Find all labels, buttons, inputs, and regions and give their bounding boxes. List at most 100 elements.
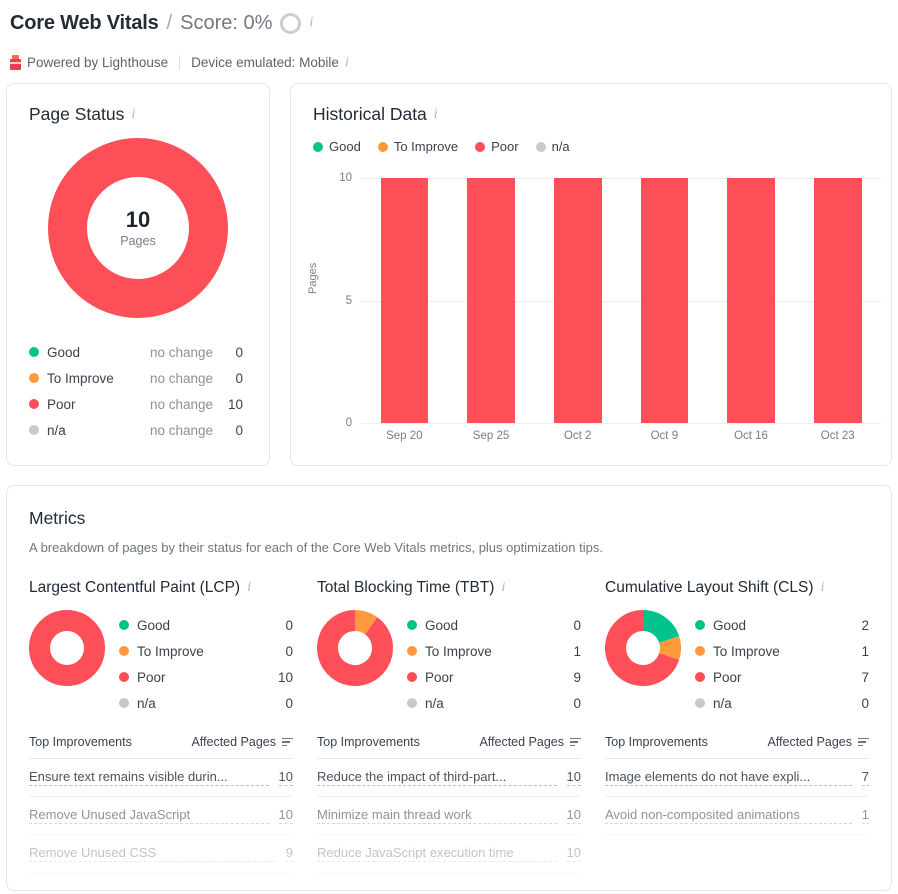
legend-value: 10 — [221, 397, 243, 412]
chart-bar-slot[interactable] — [708, 178, 795, 423]
metric-header: Cumulative Layout Shift (CLS) i — [605, 579, 869, 597]
improvement-row[interactable]: Avoid non-composited animations 1 — [605, 797, 869, 835]
metric-legend-row: Poor7 — [695, 664, 869, 690]
page-status-info-icon[interactable]: i — [131, 108, 135, 122]
metric-info-icon[interactable]: i — [820, 581, 824, 595]
improvement-pages[interactable]: 10 — [279, 769, 293, 786]
improvement-name[interactable]: Remove Unused JavaScript — [29, 807, 269, 824]
chart-bar[interactable] — [381, 178, 429, 423]
improvement-name[interactable]: Ensure text remains visible durin... — [29, 769, 269, 786]
historical-legend-item[interactable]: Poor — [475, 139, 518, 154]
chart-bar[interactable] — [554, 178, 602, 423]
status-dot-icon — [695, 646, 705, 656]
improvement-pages[interactable]: 9 — [286, 845, 293, 862]
score-ring-icon — [280, 13, 301, 34]
status-dot-icon — [29, 373, 39, 383]
improvement-row[interactable]: Minimize main thread work 10 — [317, 797, 581, 835]
metric-legend-row: Poor10 — [119, 664, 293, 690]
chart-bar[interactable] — [641, 178, 689, 423]
sort-icon[interactable] — [282, 738, 293, 747]
improvement-name[interactable]: Reduce JavaScript execution time — [317, 845, 557, 862]
improvement-pages[interactable]: 10 — [279, 807, 293, 824]
improvement-pages[interactable]: 1 — [862, 807, 869, 824]
col-header-affected-pages[interactable]: Affected Pages — [479, 735, 581, 749]
chart-bar[interactable] — [467, 178, 515, 423]
metric-info-icon[interactable]: i — [501, 581, 505, 595]
metric-info-icon[interactable]: i — [247, 581, 251, 595]
chart-bar-slot[interactable] — [794, 178, 881, 423]
improvement-pages[interactable]: 7 — [862, 769, 869, 786]
metric-column: Cumulative Layout Shift (CLS)iGood2To Im… — [605, 579, 869, 873]
legend-change: no change — [150, 371, 221, 386]
col-header-affected-pages[interactable]: Affected Pages — [191, 735, 293, 749]
chart-plot-area: 0510 — [361, 178, 881, 423]
sort-icon[interactable] — [570, 738, 581, 747]
legend-value: 2 — [851, 618, 869, 633]
metrics-columns: Largest Contentful Paint (LCP)iGood0To I… — [7, 579, 891, 873]
page-header: Core Web Vitals / Score: 0% i Powered by… — [0, 0, 898, 70]
legend-value: 7 — [851, 670, 869, 685]
improvement-pages[interactable]: 10 — [567, 807, 581, 824]
score-label: Score: 0% — [180, 12, 272, 35]
improvements-table-header: Top ImprovementsAffected Pages — [29, 735, 293, 759]
device-info-icon[interactable]: i — [345, 56, 349, 70]
title-separator: / — [167, 12, 173, 35]
page-status-total: 10 — [126, 208, 150, 231]
legend-change: no change — [150, 423, 221, 438]
legend-label: Poor — [713, 670, 851, 685]
improvement-name[interactable]: Image elements do not have expli... — [605, 769, 852, 786]
legend-value: 0 — [221, 371, 243, 386]
improvement-row[interactable]: Remove Unused JavaScript 10 — [29, 797, 293, 835]
improvements-table: Top ImprovementsAffected Pages Image elem… — [605, 735, 869, 835]
legend-value: 0 — [275, 696, 293, 711]
metric-legend-row: n/a0 — [407, 690, 581, 716]
chart-bar-slot[interactable] — [361, 178, 448, 423]
page-status-donut: 10 Pages — [48, 138, 228, 318]
historical-legend-item[interactable]: To Improve — [378, 139, 458, 154]
status-dot-icon — [695, 698, 705, 708]
title-row: Core Web Vitals / Score: 0% i — [10, 6, 898, 40]
improvement-name[interactable]: Reduce the impact of third-part... — [317, 769, 557, 786]
historical-info-icon[interactable]: i — [434, 108, 438, 122]
affected-pages-label: Affected Pages — [767, 735, 852, 749]
improvement-pages[interactable]: 10 — [567, 769, 581, 786]
chart-bar[interactable] — [727, 178, 775, 423]
page-status-donut-center: 10 Pages — [48, 138, 228, 318]
historical-legend-item[interactable]: n/a — [536, 139, 570, 154]
chart-bar-slot[interactable] — [534, 178, 621, 423]
col-header-top-improvements: Top Improvements — [605, 735, 767, 749]
legend-value: 0 — [851, 696, 869, 711]
col-header-affected-pages[interactable]: Affected Pages — [767, 735, 869, 749]
improvement-row[interactable]: Reduce JavaScript execution time 10 — [317, 835, 581, 873]
improvement-name[interactable]: Remove Unused CSS — [29, 845, 276, 862]
improvement-name[interactable]: Avoid non-composited animations — [605, 807, 852, 824]
improvement-pages[interactable]: 10 — [567, 845, 581, 862]
status-dot-icon — [29, 347, 39, 357]
metric-title: Cumulative Layout Shift (CLS) — [605, 579, 813, 597]
legend-dot-icon — [313, 142, 323, 152]
page-title: Core Web Vitals — [10, 12, 159, 35]
legend-dot-icon — [378, 142, 388, 152]
chart-bar-slot[interactable] — [621, 178, 708, 423]
legend-value: 9 — [563, 670, 581, 685]
page-status-legend-row: n/ano change0 — [29, 417, 243, 443]
chart-bar-slot[interactable] — [448, 178, 535, 423]
improvement-row[interactable]: Ensure text remains visible durin... 10 — [29, 759, 293, 797]
chart-bar[interactable] — [814, 178, 862, 423]
sort-icon[interactable] — [858, 738, 869, 747]
chart-x-tick: Sep 25 — [448, 430, 535, 442]
page-status-card: Page Status i 10 Pages Goodno change0To … — [6, 83, 270, 466]
improvement-row[interactable]: Reduce the impact of third-part... 10 — [317, 759, 581, 797]
legend-label: n/a — [47, 423, 150, 438]
improvement-name[interactable]: Minimize main thread work — [317, 807, 557, 824]
page-status-legend-row: Goodno change0 — [29, 339, 243, 365]
improvement-row[interactable]: Remove Unused CSS 9 — [29, 835, 293, 873]
legend-value: 0 — [563, 618, 581, 633]
score-info-icon[interactable]: i — [309, 16, 313, 30]
chart-y-axis-label: Pages — [307, 263, 319, 294]
improvement-row[interactable]: Image elements do not have expli... 7 — [605, 759, 869, 797]
metric-column: Total Blocking Time (TBT)iGood0To Improv… — [317, 579, 605, 873]
historical-legend-item[interactable]: Good — [313, 139, 361, 154]
top-cards-row: Page Status i 10 Pages Goodno change0To … — [0, 83, 898, 466]
legend-label: Poor — [425, 670, 563, 685]
